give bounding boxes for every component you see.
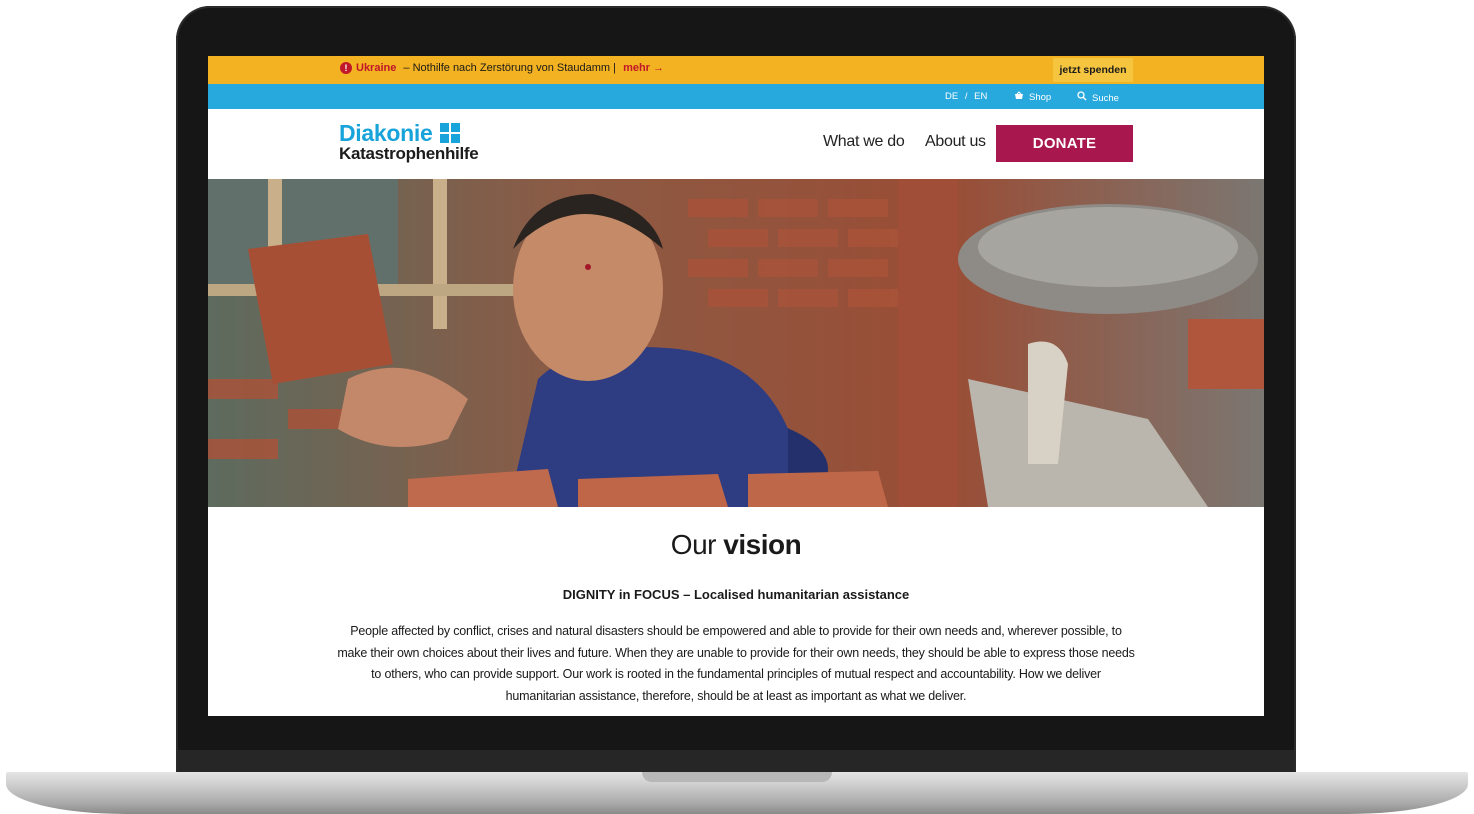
site-logo[interactable]: Diakonie Katastrophenhilfe — [339, 121, 479, 163]
language-switcher: DE / EN — [945, 91, 987, 102]
vision-heading-light: Our — [670, 529, 724, 560]
lang-separator: / — [964, 91, 968, 102]
donate-now-button[interactable]: jetzt spenden — [1053, 58, 1133, 82]
lang-en-link[interactable]: EN — [974, 91, 987, 102]
main-navigation: Diakonie Katastrophenhilfe What we do Ab… — [208, 109, 1264, 179]
vision-heading: Our vision — [208, 529, 1264, 561]
hero-photo-woman-bricklaying — [208, 179, 1264, 507]
alert-banner: ! Ukraine – Nothilfe nach Zerstörung von… — [208, 56, 1264, 84]
shop-label: Shop — [1029, 92, 1052, 103]
nav-about-us[interactable]: About us — [925, 133, 986, 151]
logo-wordmark-top: Diakonie — [339, 121, 478, 145]
alert-message[interactable]: ! Ukraine – Nothilfe nach Zerstörung von… — [340, 62, 664, 74]
vision-heading-bold: vision — [723, 529, 802, 560]
search-icon — [1077, 91, 1087, 104]
shop-link[interactable]: Shop — [1014, 91, 1051, 103]
basket-icon — [1014, 91, 1024, 103]
alert-text: – Nothilfe nach Zerstörung von Staudamm … — [400, 62, 620, 74]
search-label: Suche — [1092, 93, 1119, 104]
alert-highlight: Ukraine — [356, 62, 397, 74]
donate-button[interactable]: DONATE — [996, 125, 1133, 162]
logo-bottom-text: Katastrophenhilfe — [339, 144, 479, 163]
utility-bar: DE / EN Shop Suche — [208, 84, 1264, 109]
vision-section: Our vision DIGNITY in FOCUS – Localised … — [208, 507, 1264, 716]
browser-viewport: ! Ukraine – Nothilfe nach Zerstörung von… — [208, 56, 1264, 716]
diakonie-cross-icon — [440, 123, 461, 143]
search-link[interactable]: Suche — [1077, 91, 1119, 104]
nav-what-we-do[interactable]: What we do — [823, 133, 905, 151]
hero-image — [208, 179, 1264, 507]
laptop-notch — [642, 772, 832, 782]
vision-body-text: People affected by conflict, crises and … — [337, 624, 1135, 703]
alert-more-link[interactable]: mehr → — [623, 62, 664, 74]
lang-de-link[interactable]: DE — [945, 91, 958, 102]
logo-top-text: Diakonie — [339, 120, 433, 146]
exclamation-circle-icon: ! — [340, 62, 352, 74]
vision-subtitle: DIGNITY in FOCUS – Localised humanitaria… — [562, 587, 910, 602]
